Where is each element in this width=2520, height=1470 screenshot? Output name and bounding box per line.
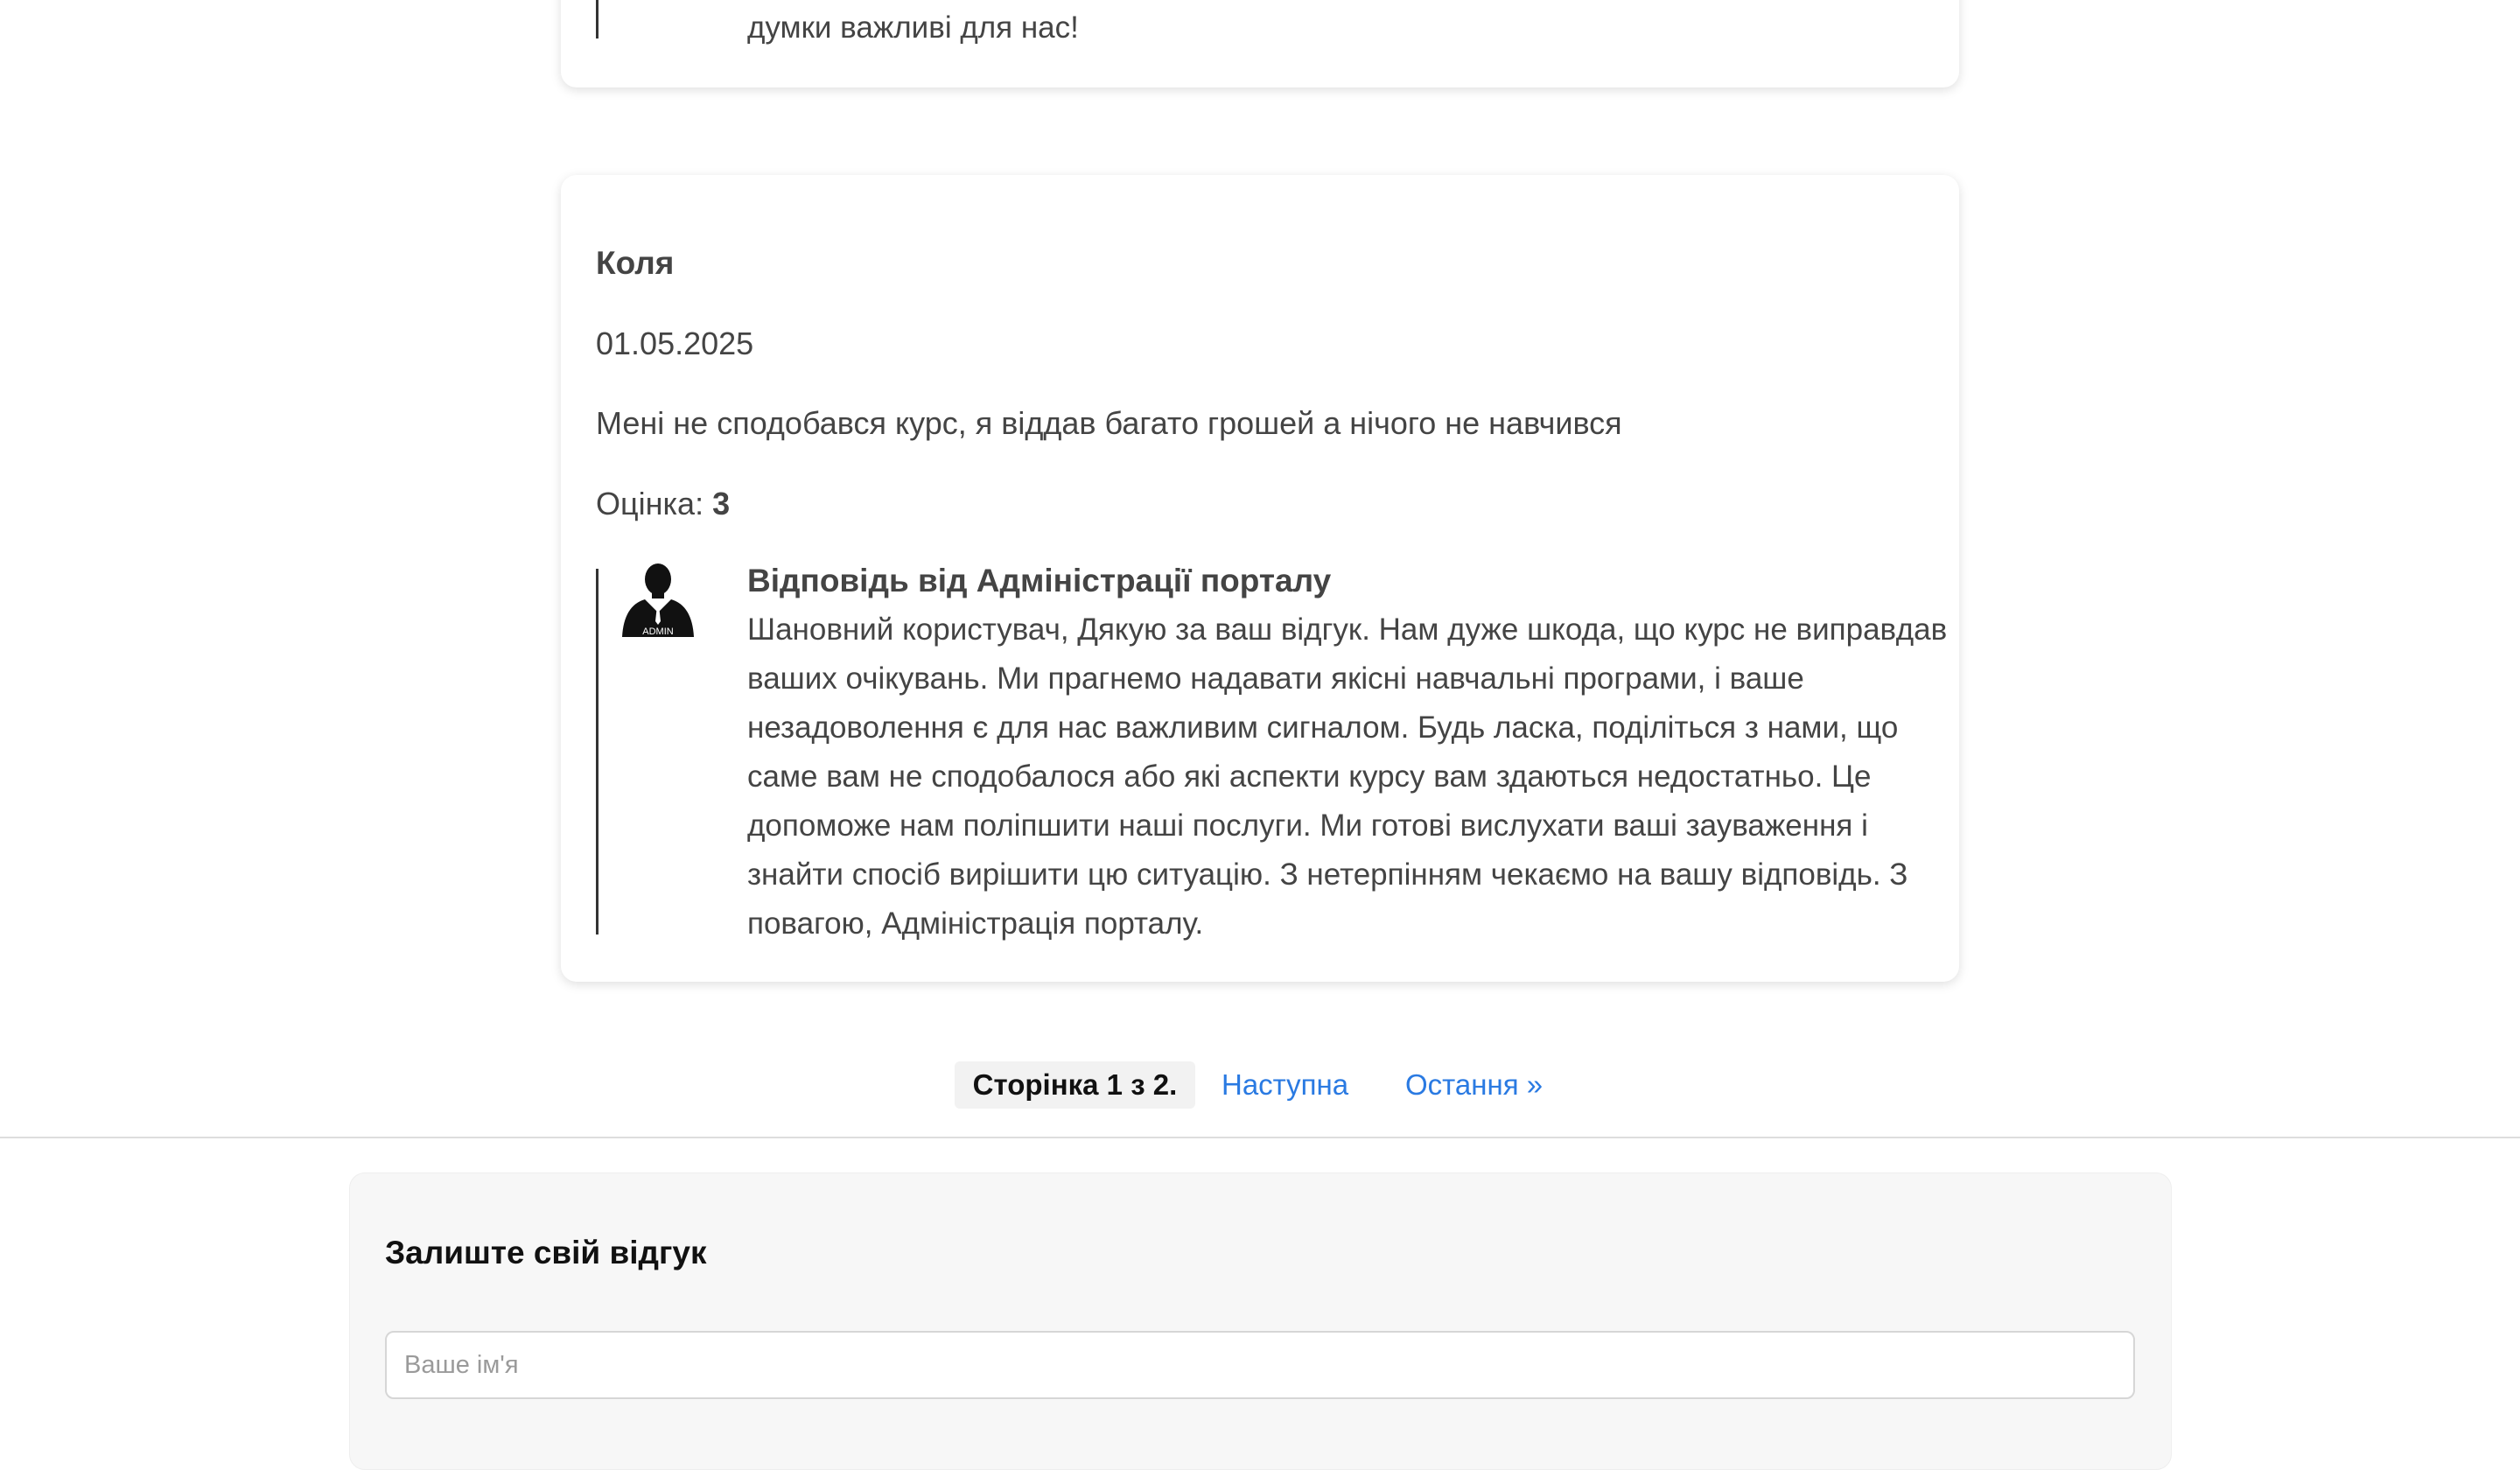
pagination-last-link[interactable]: Остання » (1405, 1061, 1543, 1109)
name-input[interactable] (385, 1331, 2135, 1399)
review-date: 01.05.2025 (596, 326, 754, 361)
rating-value: 3 (712, 486, 731, 522)
avatar-badge-text: ADMIN (642, 626, 674, 637)
pagination-next-link[interactable]: Наступна (1222, 1061, 1348, 1109)
section-divider (0, 1137, 2520, 1138)
admin-reply-text-tail: думки важливі для нас! (747, 10, 1079, 45)
pagination-current-page: Сторінка 1 з 2. (955, 1061, 1195, 1109)
review-card: Коля 01.05.2025 Мені не сподобався курс,… (561, 175, 1959, 982)
admin-reply-text: Шановний користувач, Дякую за ваш відгук… (747, 612, 1948, 941)
admin-reply-title: Відповідь від Адміністрації порталу (747, 563, 1332, 598)
review-form: Залиште свій відгук (349, 1172, 2172, 1470)
admin-avatar-icon: ADMIN (622, 564, 694, 637)
reply-border (596, 569, 598, 934)
reply-border (596, 0, 598, 38)
review-card-previous: думки важливі для нас! (561, 0, 1959, 88)
review-author: Коля (596, 245, 675, 281)
review-text: Мені не сподобався курс, я віддав багато… (596, 405, 1622, 441)
review-rating: Оцінка: 3 (596, 486, 730, 522)
rating-label: Оцінка: (596, 486, 713, 522)
form-title: Залиште свій відгук (385, 1235, 707, 1270)
